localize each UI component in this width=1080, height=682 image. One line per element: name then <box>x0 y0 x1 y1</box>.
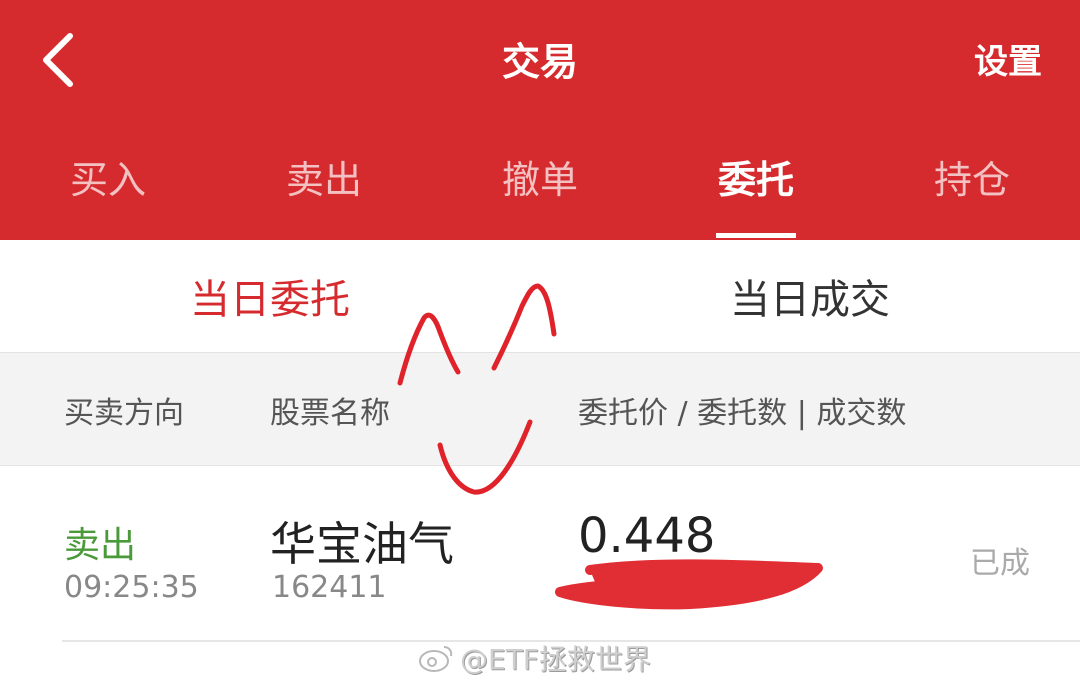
back-button[interactable] <box>28 30 88 90</box>
watermark: @ETF拯救世界 <box>418 638 651 678</box>
order-subtab-bar: 当日委托 当日成交 <box>0 240 1080 352</box>
stock-code: 162411 <box>272 570 387 605</box>
settings-button[interactable]: 设置 <box>974 40 1042 84</box>
subtab-today-orders[interactable]: 当日委托 <box>0 240 540 352</box>
column-header-price-quantity: 委托价 / 委托数 | 成交数 <box>578 396 907 431</box>
watermark-text: @ETF拯救世界 <box>460 643 651 676</box>
column-header-stock-name: 股票名称 <box>270 396 390 431</box>
column-header-direction: 买卖方向 <box>64 396 184 431</box>
stock-name: 华宝油气 <box>270 517 454 571</box>
subtab-today-trades[interactable]: 当日成交 <box>540 240 1080 352</box>
order-price: 0.448 <box>578 508 716 564</box>
order-time: 09:25:35 <box>64 570 199 605</box>
status-badge: 已成 <box>970 546 1030 581</box>
trade-tab-bar: 买入 卖出 撤单 委托 持仓 <box>0 148 1080 240</box>
tab-orders[interactable]: 委托 <box>648 148 864 240</box>
tab-positions[interactable]: 持仓 <box>864 148 1080 240</box>
table-header: 买卖方向 股票名称 委托价 / 委托数 | 成交数 <box>0 352 1080 466</box>
tab-cancel-order[interactable]: 撤单 <box>432 148 648 240</box>
page-title: 交易 <box>501 40 578 84</box>
order-direction: 卖出 <box>64 525 137 566</box>
top-app-bar: 交易 设置 买入 卖出 撤单 委托 持仓 <box>0 0 1080 240</box>
tab-buy[interactable]: 买入 <box>0 148 216 240</box>
weibo-logo-icon <box>419 646 453 672</box>
table-row[interactable]: 卖出 09:25:35 华宝油气 162411 0.448 已成 <box>0 466 1080 642</box>
chevron-left-icon <box>43 33 73 87</box>
tab-sell[interactable]: 卖出 <box>216 148 432 240</box>
